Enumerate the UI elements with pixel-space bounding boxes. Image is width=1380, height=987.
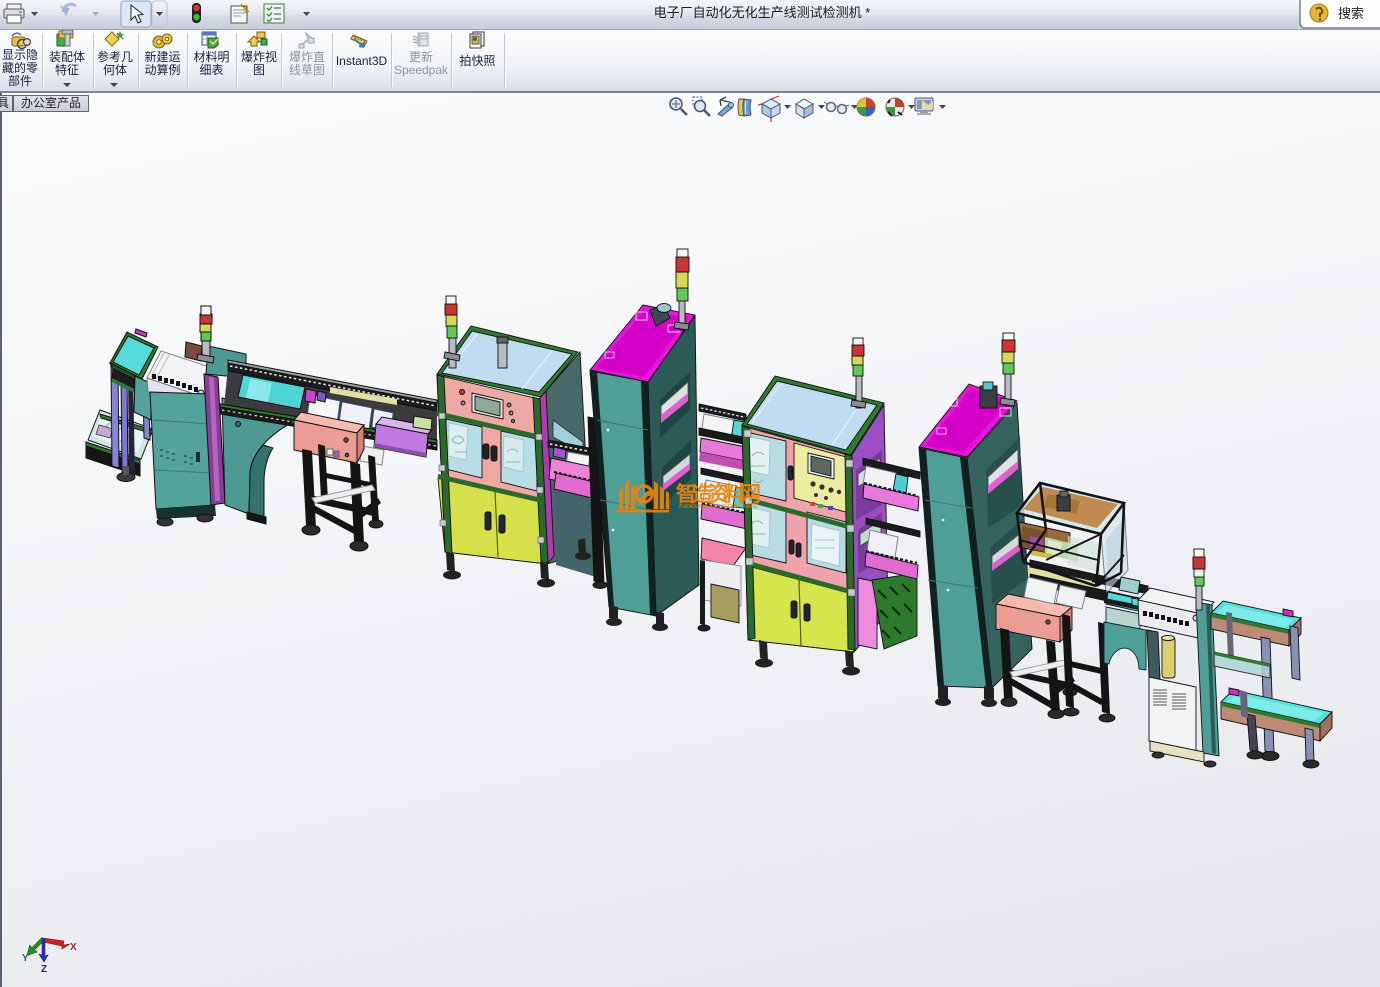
svg-text:Z: Z	[41, 964, 47, 975]
svg-text:搜索: 搜索	[1338, 6, 1364, 21]
svg-text:Y: Y	[22, 953, 29, 964]
svg-text:智造资料网: 智造资料网	[676, 482, 761, 506]
svg-text:ZHIZAOZILIAOWANG.COM SHARE: ZHIZAOZILIAOWANG.COM SHARE	[678, 504, 758, 510]
svg-text:X: X	[70, 942, 77, 953]
